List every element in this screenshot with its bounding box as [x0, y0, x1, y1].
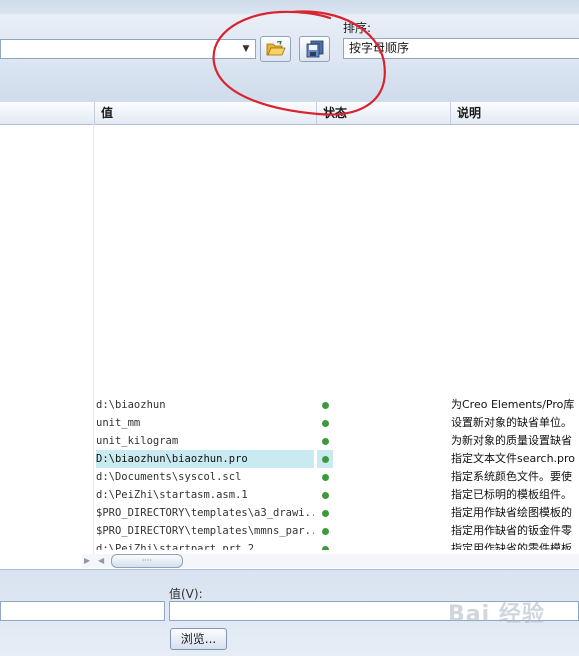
status-dot-icon: [322, 546, 329, 550]
horizontal-scrollbar[interactable]: ▶ ◀ ····: [82, 554, 579, 568]
cell-description: 指定用作缺省绘图模板的: [451, 506, 572, 519]
scroll-right-icon[interactable]: ▶: [84, 556, 90, 565]
status-dot-icon: [322, 510, 329, 517]
cell-description: 为新对象的质量设置缺省: [451, 434, 572, 447]
table-row[interactable]: $PRO_DIRECTORY\templates\mmns_par... 指定用…: [0, 522, 579, 540]
scrollbar-thumb[interactable]: ····: [111, 554, 183, 568]
cell-description: 指定文本文件search.pro: [451, 452, 576, 465]
table-row[interactable]: d:\Documents\syscol.scl 指定系统颜色文件。要使: [0, 468, 579, 486]
status-indicator: [317, 396, 333, 414]
scroll-left-icon[interactable]: ◀: [98, 556, 104, 565]
cell-value: d:\Documents\syscol.scl: [96, 471, 242, 483]
status-dot-icon: [322, 438, 329, 445]
sort-label: 排序:: [343, 21, 372, 35]
status-indicator: [317, 432, 333, 450]
status-dot-icon: [322, 420, 329, 427]
cell-value: unit_kilogram: [96, 435, 179, 447]
cell-value: $PRO_DIRECTORY\templates\a3_drawi...: [96, 507, 314, 519]
status-indicator: [317, 468, 333, 486]
table-row[interactable]: d:\PeiZhi\startasm.asm.1 指定已标明的模板组件。: [0, 486, 579, 504]
cell-value: d:\biaozhun: [96, 399, 166, 411]
cell-description: 为Creo Elements/Pro库: [451, 398, 575, 411]
cell-description: 指定用作缺省的零件模板: [451, 542, 572, 550]
option-name-input[interactable]: [0, 601, 165, 621]
column-header-value[interactable]: 值: [94, 102, 316, 124]
value-label: 值(V):: [169, 587, 203, 601]
save-icon: [306, 40, 323, 58]
status-indicator: [317, 486, 333, 504]
sort-select[interactable]: 按字母顺序: [343, 38, 579, 59]
column-header-name[interactable]: [0, 102, 94, 124]
status-indicator: [317, 522, 333, 540]
watermark-logo: Bai 经验: [448, 602, 545, 627]
status-dot-icon: [322, 492, 329, 499]
cell-description: 指定用作缺省的钣金件零: [451, 524, 572, 537]
table-row[interactable]: d:\PeiZhi\startpart.prt.2 指定用作缺省的零件模板: [0, 540, 579, 550]
cell-value: unit_mm: [96, 417, 141, 429]
chevron-down-icon[interactable]: ▼: [239, 42, 253, 56]
cell-value: d:\PeiZhi\startasm.asm.1: [96, 489, 248, 501]
table-header: 值 状态 说明: [0, 102, 579, 125]
open-button[interactable]: [260, 36, 291, 62]
cell-description: 指定已标明的模板组件。: [451, 488, 572, 501]
cell-value: $PRO_DIRECTORY\templates\mmns_par...: [96, 525, 314, 537]
status-indicator: [317, 414, 333, 432]
column-header-status[interactable]: 状态: [316, 102, 450, 124]
status-indicator: [317, 504, 333, 522]
status-dot-icon: [322, 456, 329, 463]
file-combo[interactable]: ▼: [0, 39, 256, 59]
table-row[interactable]: unit_mm 设置新对象的缺省单位。: [0, 414, 579, 432]
cell-description: 设置新对象的缺省单位。: [451, 416, 572, 429]
browse-button[interactable]: 浏览...: [170, 628, 227, 650]
cell-value: d:\PeiZhi\startpart.prt.2: [96, 543, 255, 550]
status-dot-icon: [322, 474, 329, 481]
table-row[interactable]: $PRO_DIRECTORY\templates\a3_drawi... 指定用…: [0, 504, 579, 522]
column-header-description[interactable]: 说明: [450, 102, 579, 124]
save-button[interactable]: [299, 36, 330, 62]
folder-open-icon: [266, 41, 286, 56]
status-dot-icon: [322, 528, 329, 535]
status-dot-icon: [322, 402, 329, 409]
cell-value: D:\biaozhun\biaozhun.pro: [96, 450, 314, 468]
filter-band: [0, 62, 579, 103]
status-indicator: [317, 540, 333, 550]
table-row-selected[interactable]: D:\biaozhun\biaozhun.pro 指定文本文件search.pr…: [0, 450, 579, 468]
cell-description: 指定系统颜色文件。要使: [451, 470, 572, 483]
table-row[interactable]: unit_kilogram 为新对象的质量设置缺省: [0, 432, 579, 450]
status-indicator: [317, 450, 333, 468]
title-strip: [0, 0, 579, 15]
table-row[interactable]: d:\biaozhun 为Creo Elements/Pro库: [0, 396, 579, 414]
